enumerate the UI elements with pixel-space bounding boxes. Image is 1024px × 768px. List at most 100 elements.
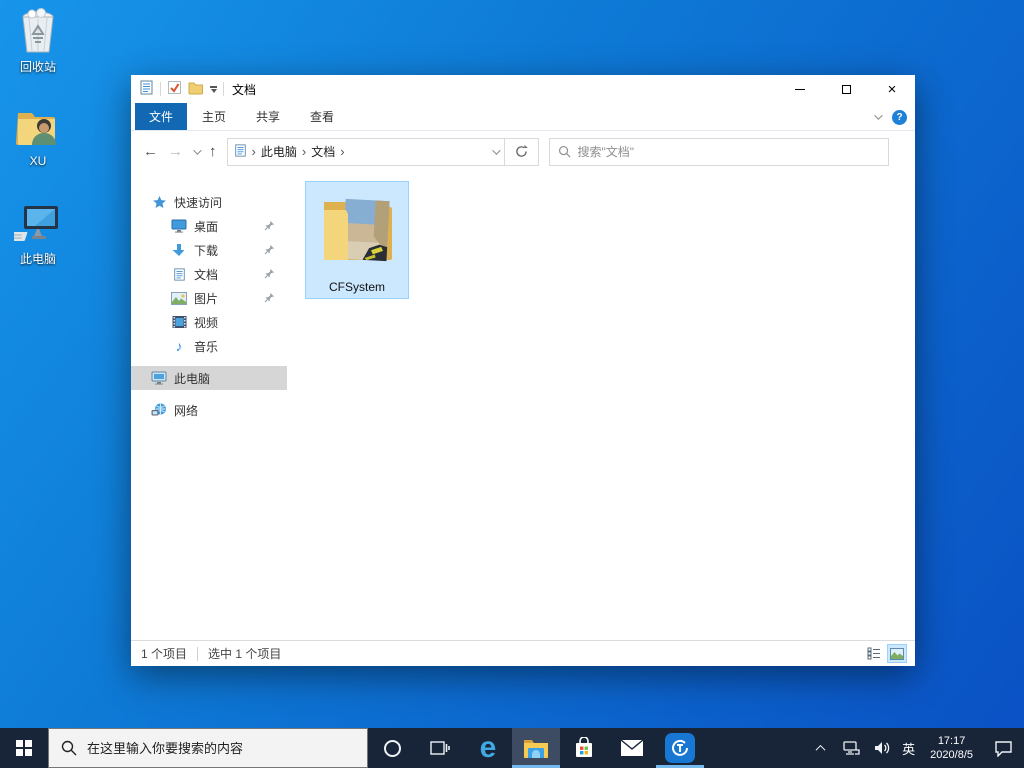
quick-access-star-icon xyxy=(151,194,167,210)
edge-button[interactable]: e xyxy=(464,728,512,768)
desktop-icon-recycle-bin[interactable]: 回收站 xyxy=(0,8,76,75)
volume-tray-icon[interactable] xyxy=(871,740,893,756)
sidebar-item-network[interactable]: 网络 xyxy=(131,398,287,422)
action-center-button[interactable] xyxy=(988,740,1018,757)
selected-count: 选中 1 个项目 xyxy=(208,647,282,661)
download-arrow-icon xyxy=(171,242,187,258)
address-location-icon xyxy=(234,143,247,160)
tab-file[interactable]: 文件 xyxy=(135,103,188,130)
explorer-search-input[interactable] xyxy=(577,144,880,159)
cortana-button[interactable] xyxy=(368,728,416,768)
explorer-window: 文档 × 文件 主页 共享 查看 ? ← → ↑ › 此电脑 › 文档 › 搜索… xyxy=(131,75,915,666)
start-button[interactable] xyxy=(0,728,48,768)
file-list[interactable]: CFSystem xyxy=(287,172,915,640)
address-bar[interactable]: › 此电脑 › 文档 › xyxy=(226,137,505,166)
minimize-button[interactable] xyxy=(777,75,823,103)
sidebar-item-videos[interactable]: 视频 xyxy=(131,310,287,334)
desktop: 回收站 XU 此电脑 文档 × 文件 主页 共享 查看 ? ← → ↑ › 此电… xyxy=(0,0,1024,768)
navigation-pane: 快速访问 桌面 下载 文档 图片 视频 ♪ 音乐 此电脑 网络 xyxy=(131,172,287,640)
docs-app-icon xyxy=(665,733,695,763)
qat-properties-icon[interactable] xyxy=(167,80,182,98)
up-button[interactable]: ↑ xyxy=(209,144,217,159)
taskbar: e xyxy=(0,728,1024,768)
qat-customize-dropdown-icon[interactable] xyxy=(210,85,217,93)
maximize-button[interactable] xyxy=(823,75,869,103)
sidebar-item-music[interactable]: ♪ 音乐 xyxy=(131,334,287,358)
divider xyxy=(223,82,224,96)
item-count: 1 个项目 xyxy=(141,647,188,661)
action-center-icon xyxy=(994,740,1012,757)
cortana-icon xyxy=(383,739,401,757)
desktop-icon-label: XU xyxy=(29,154,47,168)
help-button[interactable]: ? xyxy=(892,109,907,125)
large-icons-view-button[interactable] xyxy=(887,644,907,663)
expand-ribbon-icon[interactable] xyxy=(874,111,883,120)
back-button[interactable]: ← xyxy=(143,144,158,159)
sidebar-item-downloads[interactable]: 下载 xyxy=(131,238,287,262)
address-dropdown-icon[interactable] xyxy=(491,145,501,155)
sidebar-item-label: 网络 xyxy=(174,403,199,418)
recycle-bin-icon xyxy=(14,8,62,56)
file-explorer-button[interactable] xyxy=(512,728,560,768)
sidebar-item-quick-access[interactable]: 快速访问 xyxy=(131,190,287,214)
sidebar-item-this-pc[interactable]: 此电脑 xyxy=(131,366,287,390)
sidebar-item-label: 图片 xyxy=(194,291,219,306)
details-view-icon xyxy=(867,647,880,660)
divider xyxy=(160,82,161,96)
folder-with-preview-icon xyxy=(324,198,392,262)
tray-overflow-button[interactable] xyxy=(809,744,831,755)
clock[interactable]: 17:17 2020/8/5 xyxy=(924,734,979,762)
sidebar-item-desktop[interactable]: 桌面 xyxy=(131,214,287,238)
tab-view[interactable]: 查看 xyxy=(295,103,349,130)
taskbar-search-box[interactable] xyxy=(48,728,368,768)
window-system-icon xyxy=(139,80,154,98)
forward-button[interactable]: → xyxy=(168,144,183,159)
tab-share[interactable]: 共享 xyxy=(241,103,295,130)
mail-button[interactable] xyxy=(608,728,656,768)
close-icon: × xyxy=(887,80,897,98)
sidebar-item-label: 此电脑 xyxy=(174,371,211,386)
videos-icon xyxy=(171,314,187,330)
divider xyxy=(197,646,199,661)
desktop-icon xyxy=(171,218,187,234)
search-icon xyxy=(558,145,570,158)
taskbar-search-input[interactable] xyxy=(87,740,355,756)
sidebar-item-documents[interactable]: 文档 xyxy=(131,262,287,286)
maximize-icon xyxy=(841,84,851,94)
file-item-cfsystem[interactable]: CFSystem xyxy=(305,181,409,299)
sidebar-item-label: 音乐 xyxy=(194,339,219,354)
pin-icon xyxy=(264,268,275,282)
close-button[interactable]: × xyxy=(869,75,915,103)
sidebar-item-label: 视频 xyxy=(194,315,219,330)
file-explorer-icon xyxy=(524,740,548,758)
pin-icon xyxy=(264,292,275,306)
large-icons-view-icon xyxy=(890,647,904,660)
recent-locations-dropdown-icon[interactable] xyxy=(193,145,202,155)
sidebar-item-label: 文档 xyxy=(194,267,219,282)
refresh-icon xyxy=(515,145,528,157)
windows-logo-icon xyxy=(16,740,32,756)
explorer-search-box[interactable] xyxy=(548,137,889,166)
sidebar-item-pictures[interactable]: 图片 xyxy=(131,286,287,310)
breadcrumb-this-pc[interactable]: 此电脑 xyxy=(261,143,297,160)
breadcrumb-separator: › xyxy=(301,144,307,159)
details-view-button[interactable] xyxy=(864,644,884,663)
qat-new-folder-icon[interactable] xyxy=(188,81,204,98)
minimize-icon xyxy=(795,88,805,90)
desktop-icon-this-pc[interactable]: 此电脑 xyxy=(0,200,76,267)
desktop-icon-xu[interactable]: XU xyxy=(0,104,76,168)
edge-icon: e xyxy=(479,731,497,764)
network-tray-icon[interactable] xyxy=(840,740,862,756)
refresh-button[interactable] xyxy=(504,137,539,166)
title-bar[interactable]: 文档 × xyxy=(131,75,915,103)
document-icon xyxy=(171,266,187,282)
ime-indicator[interactable]: 英 xyxy=(902,739,915,758)
music-note-icon: ♪ xyxy=(175,338,183,354)
breadcrumb-documents[interactable]: 文档 xyxy=(311,143,335,160)
store-button[interactable] xyxy=(560,728,608,768)
tab-home[interactable]: 主页 xyxy=(187,103,241,130)
chevron-up-icon xyxy=(815,744,826,755)
docs-app-button[interactable] xyxy=(656,728,704,768)
breadcrumb-separator: › xyxy=(340,144,345,159)
task-view-button[interactable] xyxy=(416,728,464,768)
